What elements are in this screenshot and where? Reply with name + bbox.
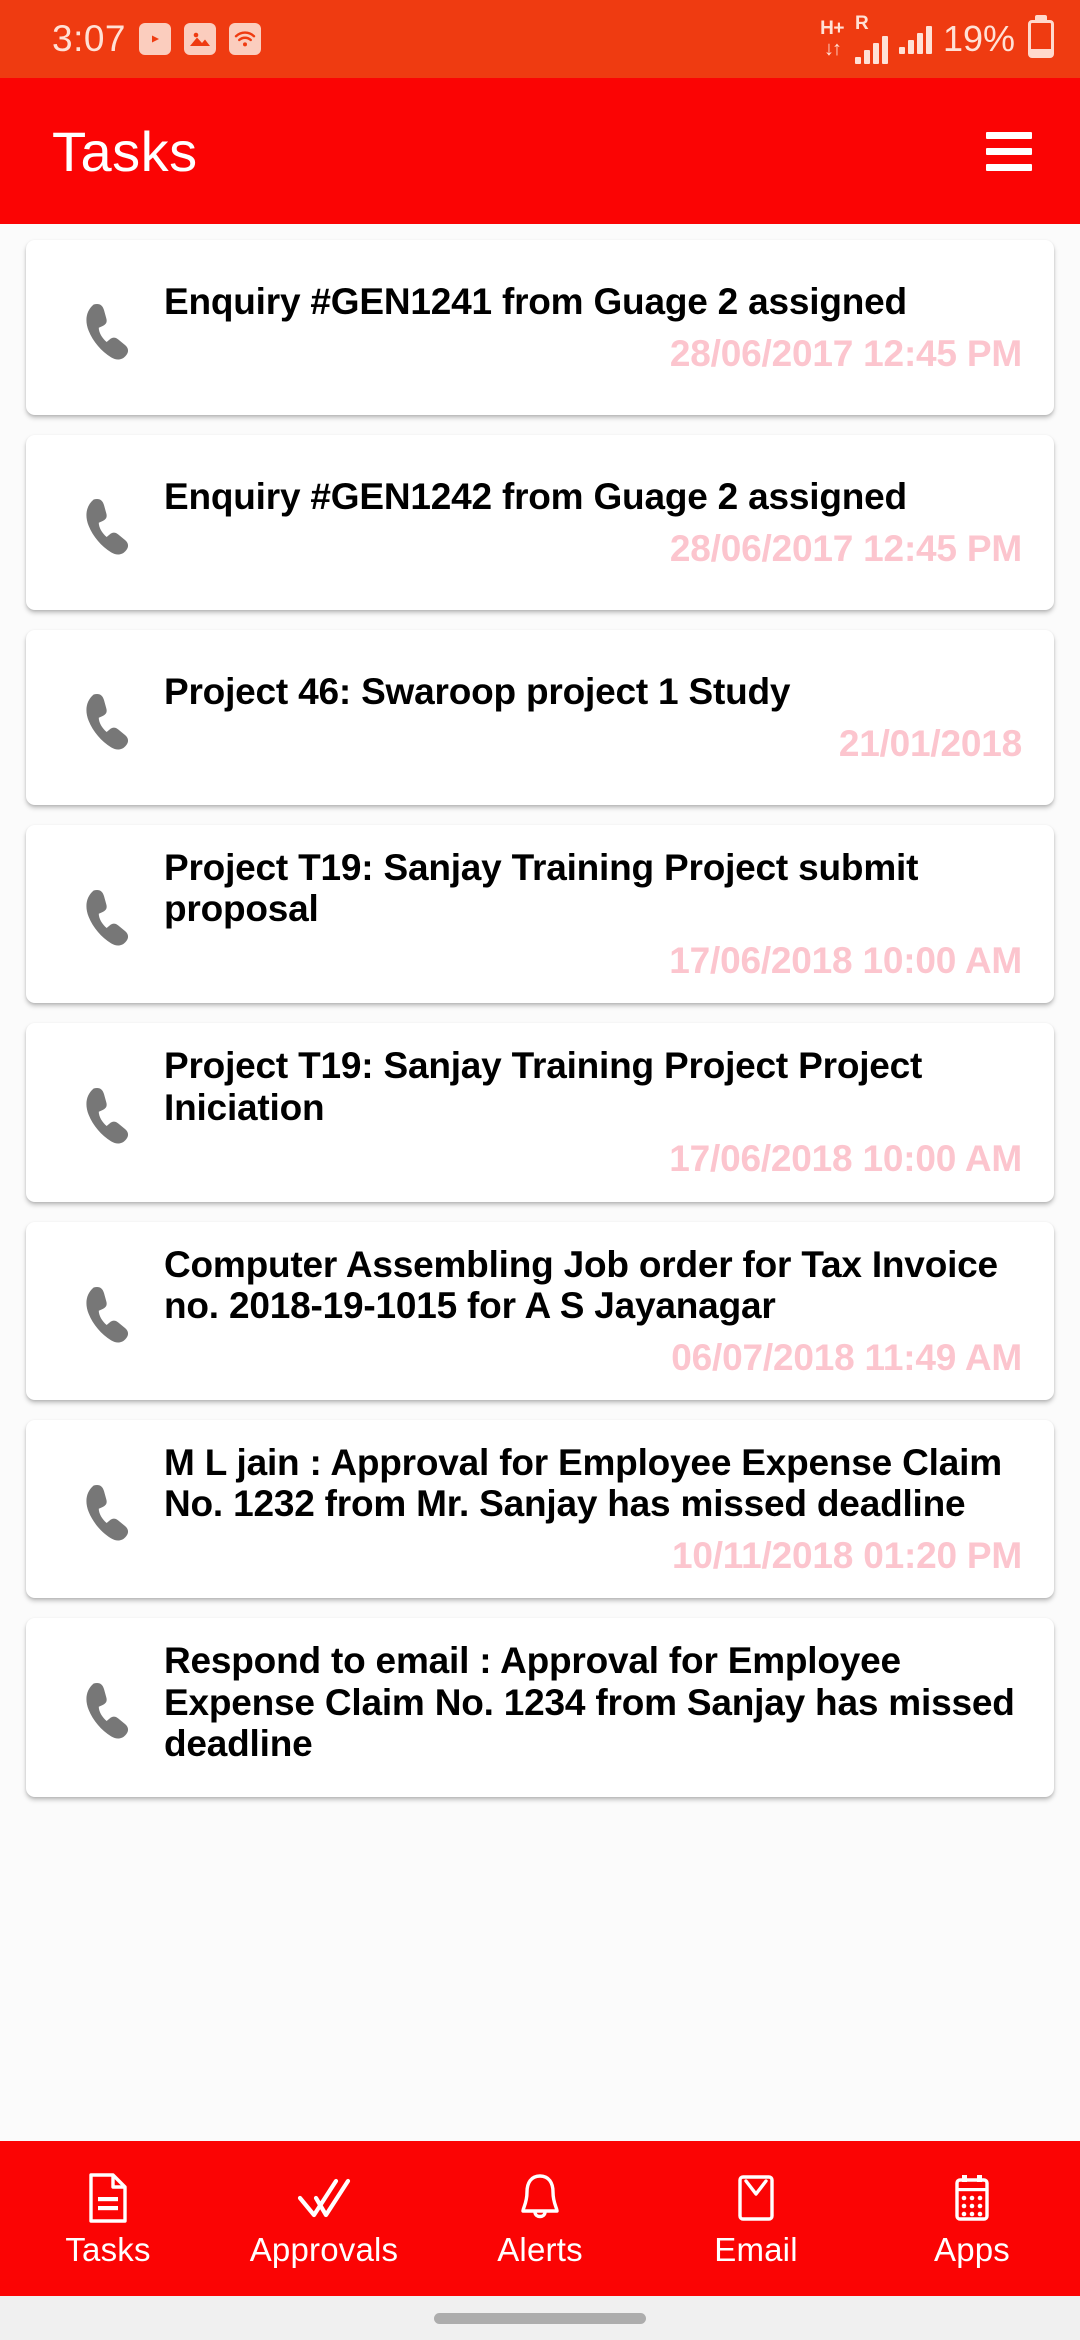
phone-icon xyxy=(48,487,164,559)
task-date: 28/06/2017 12:45 PM xyxy=(669,332,1022,374)
status-bar: 3:07 H+ ↓↑ R 19% xyxy=(0,0,1080,78)
task-card-body: Enquiry #GEN1241 from Guage 2 assigned 28… xyxy=(164,281,1026,374)
phone-icon xyxy=(48,1076,164,1148)
document-icon xyxy=(86,2171,130,2225)
wifi-icon xyxy=(229,23,262,55)
task-title: Project T19: Sanjay Training Project sub… xyxy=(164,847,919,930)
signal-bars-sim1-icon: R xyxy=(854,13,888,64)
task-date: 10/11/2018 01:20 PM xyxy=(671,1534,1022,1576)
nav-label-email: Email xyxy=(714,2231,798,2268)
phone-icon xyxy=(48,292,164,364)
task-date: 17/06/2018 10:00 AM xyxy=(669,1138,1022,1180)
app-bar: Tasks xyxy=(0,78,1080,224)
status-clock: 3:07 xyxy=(52,18,127,59)
task-date: 06/07/2018 11:49 AM xyxy=(671,1336,1022,1378)
task-card[interactable]: Computer Assembling Job order for Tax In… xyxy=(26,1221,1054,1400)
nav-item-apps[interactable]: Apps xyxy=(864,2171,1080,2266)
task-card[interactable]: Project 46: Swaroop project 1 Study 21/01… xyxy=(26,630,1054,805)
bottom-navigation-bar: Tasks Approvals Alerts Email Apps xyxy=(0,2141,1080,2296)
double-check-icon xyxy=(296,2171,352,2225)
task-card-body: M L jain : Approval for Employee Expense… xyxy=(164,1442,1026,1576)
task-card[interactable]: Project T19: Sanjay Training Project Pro… xyxy=(26,1023,1054,1202)
task-list[interactable]: Enquiry #GEN1241 from Guage 2 assigned 28… xyxy=(0,224,1080,2340)
task-card[interactable]: Enquiry #GEN1241 from Guage 2 assigned 28… xyxy=(26,240,1054,415)
nav-item-email[interactable]: Email xyxy=(648,2171,864,2266)
roaming-label: R xyxy=(854,13,869,34)
status-bar-left: 3:07 xyxy=(52,18,262,60)
nav-label-alerts: Alerts xyxy=(497,2231,583,2268)
phone-icon xyxy=(48,878,164,950)
system-gesture-area xyxy=(0,2296,1080,2340)
task-title: M L jain : Approval for Employee Expense… xyxy=(164,1441,1002,1525)
task-title: Computer Assembling Job order for Tax In… xyxy=(164,1243,998,1327)
nav-label-tasks: Tasks xyxy=(65,2231,151,2268)
bell-icon xyxy=(517,2171,563,2225)
data-transfer-arrows-icon: ↓↑ xyxy=(824,38,842,60)
task-card-body: Project T19: Sanjay Training Project Pro… xyxy=(164,1045,1026,1179)
task-card-body: Respond to email : Approval for Employee… xyxy=(164,1640,1026,1774)
task-date: 28/06/2017 12:45 PM xyxy=(669,527,1022,569)
task-title: Project 46: Swaroop project 1 Study xyxy=(164,671,791,713)
page-title: Tasks xyxy=(52,119,198,183)
battery-percent-label: 19% xyxy=(942,18,1015,59)
nav-item-alerts[interactable]: Alerts xyxy=(432,2171,648,2266)
task-card[interactable]: M L jain : Approval for Employee Expense… xyxy=(26,1419,1054,1599)
task-title: Enquiry #GEN1241 from Guage 2 assigned xyxy=(164,281,907,323)
task-title: Project T19: Sanjay Training Project Pro… xyxy=(164,1045,923,1128)
phone-icon xyxy=(48,1671,164,1743)
nav-label-apps: Apps xyxy=(933,2231,1011,2268)
battery-icon xyxy=(1028,20,1054,58)
phone-icon xyxy=(48,682,164,754)
task-card[interactable]: Enquiry #GEN1242 from Guage 2 assigned 28… xyxy=(26,435,1054,610)
network-type-label: H+ xyxy=(820,18,844,39)
task-card[interactable]: Project T19: Sanjay Training Project sub… xyxy=(26,825,1054,1004)
phone-icon xyxy=(48,1275,164,1347)
task-card-body: Enquiry #GEN1242 from Guage 2 assigned 28… xyxy=(164,476,1026,569)
task-card-body: Project 46: Swaroop project 1 Study 21/01… xyxy=(164,671,1026,764)
nav-item-tasks[interactable]: Tasks xyxy=(0,2171,216,2266)
task-date: 17/06/2018 10:00 AM xyxy=(669,939,1022,981)
envelope-icon xyxy=(734,2171,778,2225)
task-date: 21/01/2018 xyxy=(838,722,1022,764)
signal-bars-sim2-icon xyxy=(898,24,932,54)
phone-screen: 3:07 H+ ↓↑ R 19% Tasks Enquiry #GEN1241 … xyxy=(0,0,1080,2340)
nav-item-approvals[interactable]: Approvals xyxy=(216,2171,432,2266)
task-title: Respond to email : Approval for Employee… xyxy=(164,1640,1015,1765)
nav-label-approvals: Approvals xyxy=(249,2231,399,2268)
phone-icon xyxy=(48,1473,164,1545)
hamburger-icon[interactable] xyxy=(986,131,1032,171)
status-bar-right: H+ ↓↑ R 19% xyxy=(820,14,1054,64)
gallery-icon xyxy=(184,23,217,55)
youtube-icon xyxy=(139,23,172,55)
task-title: Enquiry #GEN1242 from Guage 2 assigned xyxy=(164,476,907,518)
home-gesture-pill[interactable] xyxy=(434,2312,646,2324)
task-card-body: Project T19: Sanjay Training Project sub… xyxy=(164,847,1026,981)
task-card[interactable]: Respond to email : Approval for Employee… xyxy=(26,1618,1054,1797)
task-card-body: Computer Assembling Job order for Tax In… xyxy=(164,1244,1026,1378)
calculator-icon xyxy=(950,2171,994,2225)
network-type-indicator: H+ ↓↑ xyxy=(820,19,844,59)
